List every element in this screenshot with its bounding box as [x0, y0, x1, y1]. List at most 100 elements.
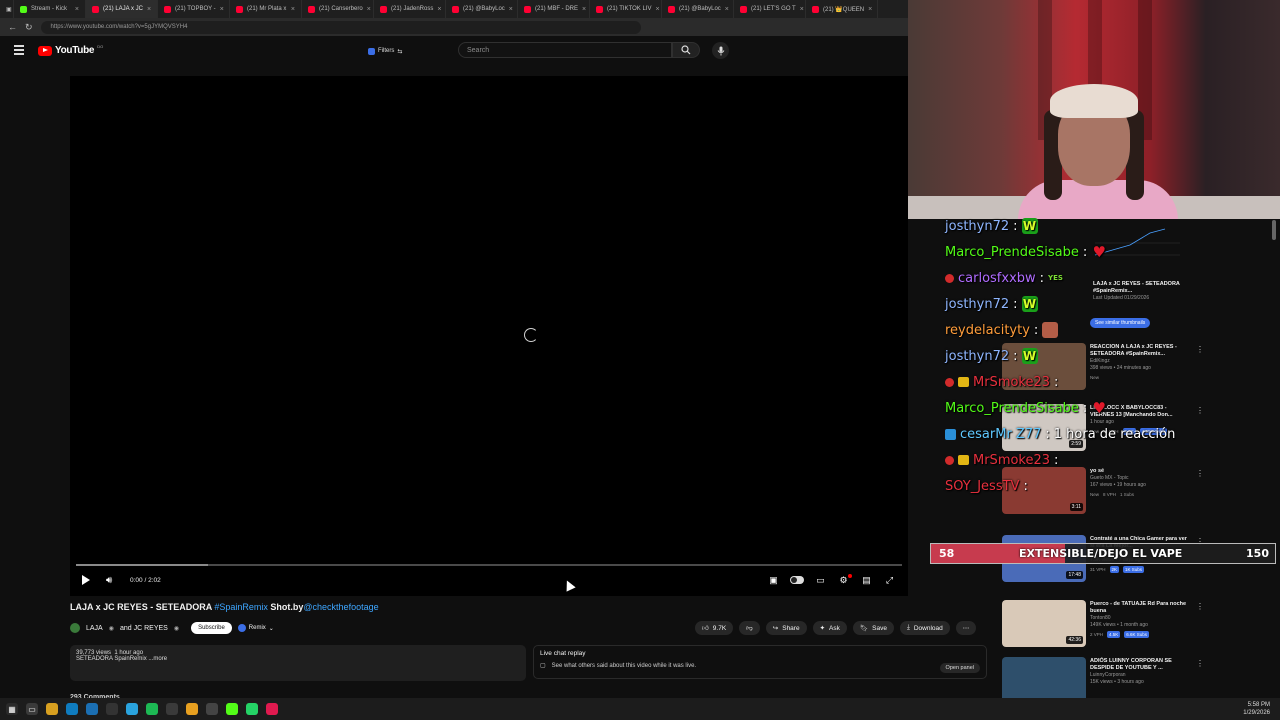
autoplay-toggle[interactable] — [790, 576, 804, 584]
file-explorer-icon[interactable] — [46, 703, 58, 715]
recommendation-thumbnail[interactable] — [1002, 657, 1086, 704]
youtube-play-icon — [38, 45, 52, 56]
progress-bar[interactable] — [76, 564, 902, 566]
more-actions-icon[interactable]: ⋯ — [955, 621, 977, 635]
close-tab-icon[interactable]: × — [868, 6, 872, 13]
url-field[interactable]: https://www.youtube.com/watch?v=5gJYMQVS… — [40, 20, 641, 34]
reload-icon[interactable]: ↻ — [25, 22, 33, 33]
scrollbar[interactable] — [1272, 220, 1276, 240]
chrome-icon[interactable] — [186, 703, 198, 715]
search-input[interactable]: Search — [458, 42, 672, 58]
more-options-icon[interactable]: ⋮ — [1196, 602, 1204, 611]
chat-username[interactable]: josthyn72 — [945, 219, 1009, 234]
chat-username[interactable]: SOY_JessTV — [945, 479, 1019, 494]
browser-tab[interactable]: (21) 👑QUEEN × — [806, 0, 878, 18]
app-icon[interactable] — [166, 703, 178, 715]
recommendation-channel[interactable]: Tonton80 — [1090, 615, 1190, 622]
browser-tab[interactable]: (21) @BabyLoc × — [662, 0, 734, 18]
verified-icon: ◉ — [108, 625, 114, 632]
close-tab-icon[interactable]: × — [367, 6, 371, 13]
tiktok-icon[interactable] — [266, 703, 278, 715]
open-panel-button[interactable]: Open panel — [939, 663, 980, 673]
title-credit-link[interactable]: @checkthefootage — [303, 602, 378, 612]
remix-button[interactable]: Remix ⌄ — [237, 624, 274, 632]
close-tab-icon[interactable]: × — [75, 6, 79, 13]
browser-tab[interactable]: (21) @BabyLoc × — [446, 0, 518, 18]
voice-search-button[interactable] — [712, 42, 729, 59]
store-icon[interactable] — [86, 703, 98, 715]
close-tab-icon[interactable]: × — [437, 6, 441, 13]
ask-button[interactable]: ✦ Ask — [812, 621, 847, 635]
telegram-icon[interactable] — [126, 703, 138, 715]
browser-tab[interactable]: (21) LAJA x JC × — [86, 0, 158, 18]
subtitles-icon[interactable]: ▭ — [814, 575, 827, 585]
obs-icon[interactable] — [106, 703, 118, 715]
volume-icon[interactable]: 🔊︎ — [106, 575, 118, 586]
chat-username[interactable]: MrSmoke23 — [973, 453, 1050, 468]
chat-username[interactable]: MrSmoke23 — [973, 375, 1050, 390]
spotify-icon[interactable] — [146, 703, 158, 715]
video-player[interactable]: 🔊︎ 0:00 / 2:02 ▣ ▭ ⚙ ▤ ⤢ — [70, 76, 908, 596]
close-tab-icon[interactable]: × — [655, 6, 659, 13]
extension-icon[interactable]: ▣ — [767, 575, 780, 585]
start-icon[interactable]: ▦ — [6, 703, 18, 715]
play-icon[interactable] — [80, 574, 92, 586]
chat-username[interactable]: reydelacityty — [945, 323, 1030, 338]
menu-icon[interactable] — [14, 45, 24, 55]
recommendation-title[interactable]: Puerco - de TATUAJE Rd Para noche buena — [1090, 601, 1190, 615]
recommendation-item[interactable]: 42:36 Puerco - de TATUAJE Rd Para noche b… — [1000, 600, 1280, 660]
save-button[interactable]: 🔖︎ Save — [852, 621, 894, 635]
close-tab-icon[interactable]: × — [291, 6, 295, 13]
subscribe-button[interactable]: Subscribe — [191, 622, 232, 634]
task-view-icon[interactable]: ▭ — [26, 703, 38, 715]
more-link[interactable]: ...more — [148, 656, 167, 662]
browser-tab[interactable]: Stream - Kick × — [14, 0, 86, 18]
settings-gear-icon[interactable]: ⚙ — [837, 574, 852, 585]
search-button[interactable] — [672, 42, 700, 58]
youtube-logo[interactable]: YouTube DO — [38, 44, 103, 56]
browser-tab[interactable]: (21) JadenRoss × — [374, 0, 446, 18]
back-icon[interactable]: ← — [8, 22, 17, 32]
filters-button[interactable]: Filters ⇆ — [368, 44, 402, 58]
browser-tab[interactable]: (21) MBF - DRE × — [518, 0, 590, 18]
chat-username[interactable]: josthyn72 — [945, 349, 1009, 364]
recommendation-channel[interactable]: LuinnyCorporan — [1090, 672, 1190, 679]
more-options-icon[interactable]: ⋮ — [1196, 659, 1204, 668]
collab-channel[interactable]: and JC REYES — [120, 625, 168, 632]
channel-name[interactable]: LAJA — [86, 625, 103, 632]
kick-icon[interactable] — [226, 703, 238, 715]
system-clock[interactable]: 5:58 PM 1/29/2026 — [1243, 701, 1280, 717]
chat-username[interactable]: josthyn72 — [945, 297, 1009, 312]
dislike-button[interactable]: 👎︎ — [739, 621, 760, 635]
close-tab-icon[interactable]: × — [582, 6, 586, 13]
steam-icon[interactable] — [206, 703, 218, 715]
recommendation-thumbnail[interactable]: 42:36 — [1002, 600, 1086, 647]
browser-tab[interactable]: (21) TOPBOY - × — [158, 0, 230, 18]
browser-tab[interactable]: (21) LET'S GO T × — [734, 0, 806, 18]
share-button[interactable]: ↪ Share — [765, 621, 807, 635]
whatsapp-icon[interactable] — [246, 703, 258, 715]
close-tab-icon[interactable]: × — [220, 6, 224, 13]
browser-tab[interactable]: (21) Canserbero × — [302, 0, 374, 18]
chat-username[interactable]: Marco_PrendeSisabe — [945, 245, 1079, 260]
chat-username[interactable]: Marco_PrendeSisabe — [945, 401, 1079, 416]
theater-mode-icon[interactable]: ▤ — [860, 575, 873, 585]
description-box[interactable]: 39,773 views 1 hour ago SETEADORA SpainR… — [70, 645, 526, 681]
recommendation-title[interactable]: ADIÓS LUINNY CORPORAN SE DESPIDE DE YOUT… — [1090, 658, 1190, 672]
browser-tab[interactable]: (21) TIKTOK LIV × — [590, 0, 662, 18]
title-hashtag-link[interactable]: #SpainRemix — [214, 602, 268, 612]
close-tab-icon[interactable]: × — [147, 6, 151, 13]
download-button[interactable]: ⤓ Download — [899, 621, 950, 635]
w-emote-icon: W — [1021, 218, 1038, 234]
close-tab-icon[interactable]: × — [509, 6, 513, 13]
channel-avatar[interactable] — [70, 623, 80, 633]
close-tab-icon[interactable]: × — [725, 6, 729, 13]
fullscreen-icon[interactable]: ⤢ — [883, 575, 896, 585]
browser-tab[interactable]: (21) Mr Plata x × — [230, 0, 302, 18]
browser-menu-icon[interactable]: ▣ — [0, 0, 14, 18]
like-button[interactable]: 👍︎ 9.7K — [695, 621, 734, 635]
close-tab-icon[interactable]: × — [800, 6, 804, 13]
edge-icon[interactable] — [66, 703, 78, 715]
chat-username[interactable]: cesarMr Z77 — [960, 427, 1041, 442]
chat-username[interactable]: carlosfxxbw — [958, 271, 1036, 286]
